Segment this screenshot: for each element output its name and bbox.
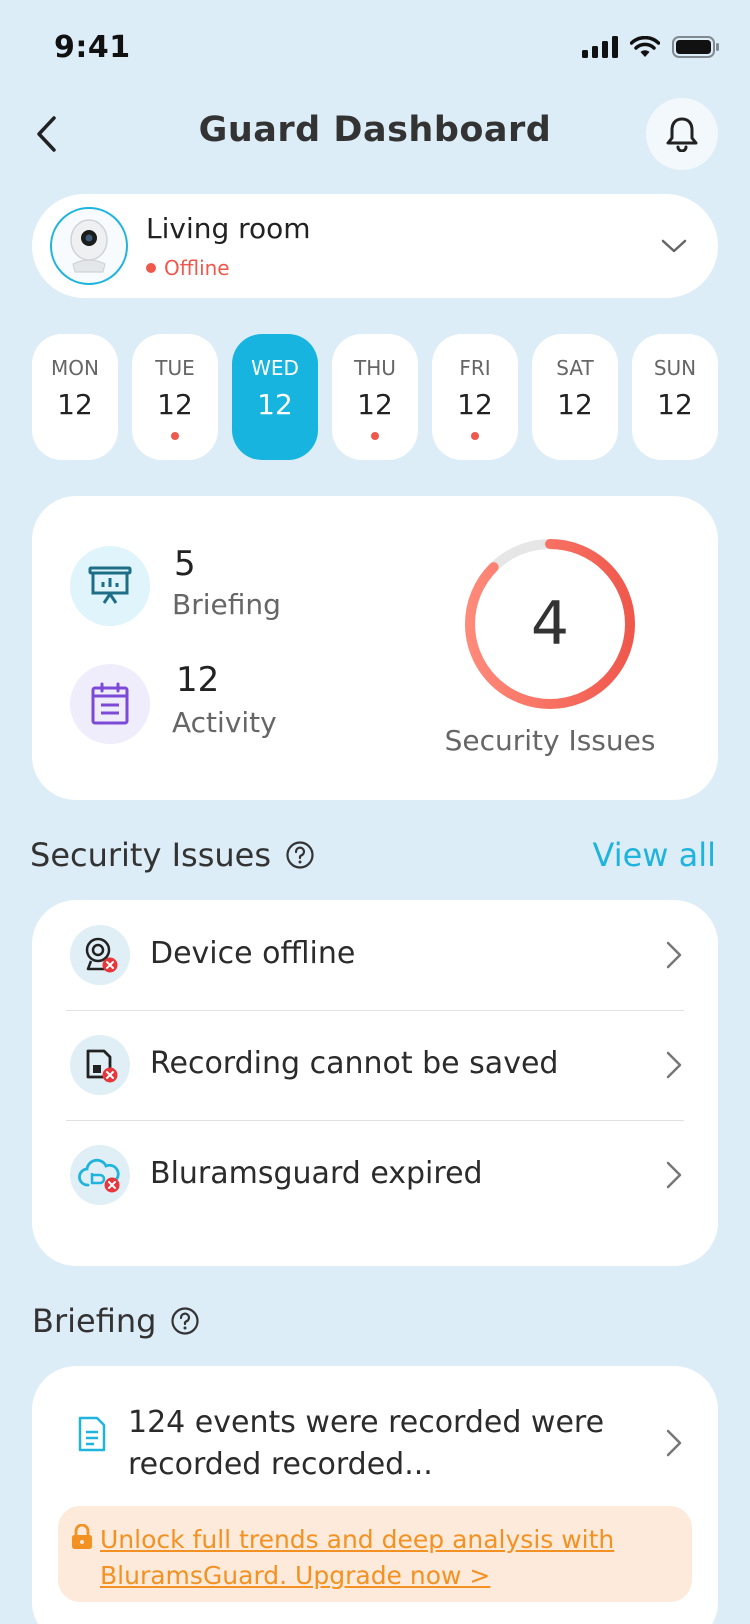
cellular-signal-icon [582, 36, 618, 62]
event-dot [171, 432, 179, 440]
issue-label: Recording cannot be saved [150, 1046, 559, 1081]
calendar-list-icon [91, 682, 129, 725]
day-date: 12 [557, 388, 593, 421]
help-icon[interactable] [285, 840, 315, 870]
day-name: THU [354, 356, 396, 380]
lock-icon [72, 1524, 92, 1549]
status-time: 9:41 [54, 30, 131, 65]
chevron-right-icon [666, 941, 682, 969]
briefing-heading: Briefing [32, 1302, 200, 1340]
security-issues-ring: 4 [460, 534, 640, 714]
upgrade-link[interactable]: Unlock full trends and deep analysis wit… [100, 1522, 680, 1594]
battery-icon [672, 36, 720, 62]
status-icons [582, 35, 720, 62]
security-issues-count: 4 [530, 589, 570, 659]
day-date: 12 [157, 388, 193, 421]
device-status-label: Offline [164, 256, 230, 280]
day-date: 12 [57, 388, 93, 421]
day-item-thu[interactable]: THU 12 [332, 334, 418, 460]
chevron-right-icon [666, 1429, 682, 1457]
chevron-right-icon [666, 1161, 682, 1189]
device-avatar [50, 207, 128, 285]
security-issues-list: Device offline Recording cannot be saved… [32, 900, 718, 1266]
day-name: WED [251, 356, 299, 380]
day-date: 12 [357, 388, 393, 421]
issue-label: Device offline [150, 936, 356, 971]
day-date: 12 [657, 388, 693, 421]
day-name: FRI [459, 356, 491, 380]
chevron-right-icon [666, 1051, 682, 1079]
day-date: 12 [457, 388, 493, 421]
security-issues-label: Security Issues [444, 724, 656, 757]
activity-count: 12 [176, 660, 220, 700]
event-dot [471, 432, 479, 440]
event-dot [371, 432, 379, 440]
day-item-wed[interactable]: WED 12 [232, 334, 318, 460]
device-selector[interactable]: Living room Offline [32, 194, 718, 298]
day-date: 12 [257, 388, 293, 421]
briefing-card: 124 events were recorded were recorded r… [32, 1366, 718, 1624]
briefing-label: Briefing [172, 588, 281, 621]
section-title: Briefing [32, 1302, 157, 1340]
chevron-down-icon [658, 230, 690, 262]
issue-label: Bluramsguard expired [150, 1156, 483, 1191]
page-title: Guard Dashboard [198, 110, 552, 150]
camera-device-icon [70, 219, 108, 273]
issue-row-plan-expired[interactable]: Bluramsguard expired [32, 1120, 718, 1230]
bell-icon [666, 117, 698, 152]
day-item-fri[interactable]: FRI 12 [432, 334, 518, 460]
day-item-tue[interactable]: TUE 12 [132, 334, 218, 460]
day-item-sun[interactable]: SUN 12 [632, 334, 718, 460]
help-icon[interactable] [170, 1306, 200, 1336]
wifi-icon [629, 35, 661, 62]
day-item-sat[interactable]: SAT 12 [532, 334, 618, 460]
issue-row-recording-unsaved[interactable]: Recording cannot be saved [32, 1010, 718, 1120]
document-icon [78, 1416, 106, 1452]
day-name: SAT [556, 356, 594, 380]
security-issues-heading: Security Issues [30, 836, 315, 874]
activity-stat-icon [70, 664, 150, 744]
summary-card: 5 Briefing 12 Activity 4 Security Issues [32, 496, 718, 800]
upgrade-banner[interactable]: Unlock full trends and deep analysis wit… [58, 1506, 692, 1602]
day-item-mon[interactable]: MON 12 [32, 334, 118, 460]
day-name: SUN [653, 356, 697, 380]
device-status: Offline [146, 256, 230, 280]
status-dot [146, 263, 156, 273]
storage-error-icon [70, 1035, 130, 1095]
notifications-button[interactable] [646, 98, 718, 170]
briefing-summary[interactable]: 124 events were recorded were recorded r… [128, 1402, 648, 1486]
briefing-stat-icon [70, 546, 150, 626]
briefing-count: 5 [174, 544, 196, 584]
day-selector: MON 12 TUE 12 WED 12 THU 12 FRI 12 SAT 1… [32, 334, 718, 460]
camera-offline-icon [70, 925, 130, 985]
header: Guard Dashboard [0, 94, 750, 174]
day-name: TUE [155, 356, 195, 380]
status-bar: 9:41 [0, 0, 750, 100]
activity-label: Activity [172, 706, 277, 739]
cloud-expired-icon [70, 1145, 130, 1205]
view-all-link[interactable]: View all [593, 836, 717, 874]
section-title: Security Issues [30, 836, 271, 874]
device-name: Living room [146, 212, 311, 245]
day-name: MON [51, 356, 99, 380]
presentation-board-icon [88, 566, 132, 604]
issue-row-device-offline[interactable]: Device offline [32, 900, 718, 1010]
